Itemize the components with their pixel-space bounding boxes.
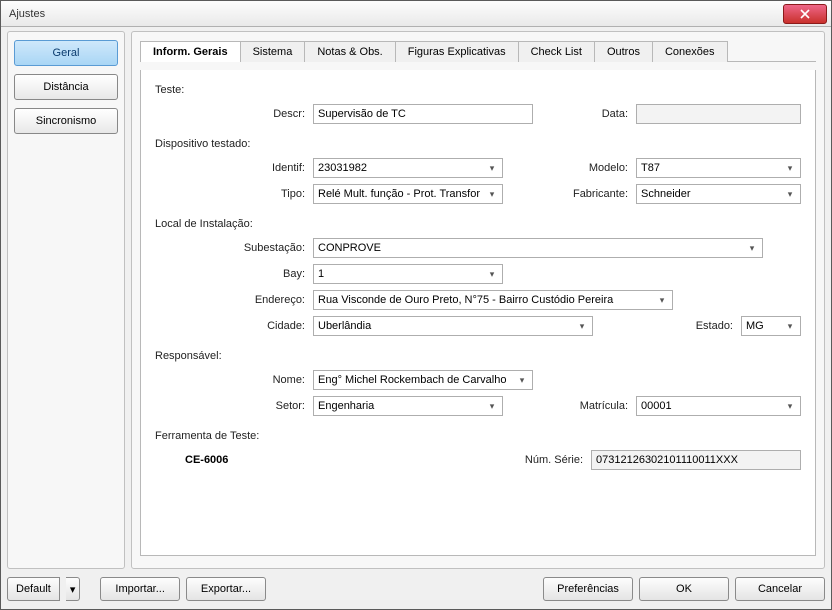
section-ferramenta-title: Ferramenta de Teste: xyxy=(155,430,801,442)
identif-combo[interactable]: 23031982 xyxy=(313,158,503,178)
sidebar-item-label: Sincronismo xyxy=(36,115,97,127)
numserie-input[interactable] xyxy=(591,450,801,470)
chevron-down-icon xyxy=(514,372,530,388)
section-dispositivo-title: Dispositivo testado: xyxy=(155,138,801,150)
exportar-button[interactable]: Exportar... xyxy=(186,577,266,601)
bay-combo[interactable]: 1 xyxy=(313,264,503,284)
descr-input[interactable] xyxy=(313,104,533,124)
sidebar-item-label: Geral xyxy=(53,47,80,59)
estado-combo[interactable]: MG xyxy=(741,316,801,336)
chevron-down-icon xyxy=(484,398,500,414)
subestacao-label: Subestação: xyxy=(155,242,305,254)
section-local-title: Local de Instalação: xyxy=(155,218,801,230)
tab-notas-obs[interactable]: Notas & Obs. xyxy=(304,41,395,62)
tab-checklist[interactable]: Check List xyxy=(518,41,595,62)
numserie-label: Núm. Série: xyxy=(503,454,583,466)
matricula-label: Matrícula: xyxy=(558,400,628,412)
chevron-down-icon xyxy=(782,318,798,334)
modelo-label: Modelo: xyxy=(558,162,628,174)
chevron-down-icon xyxy=(574,318,590,334)
fabricante-label: Fabricante: xyxy=(558,188,628,200)
chevron-down-icon xyxy=(782,398,798,414)
chevron-down-icon xyxy=(484,186,500,202)
tipo-label: Tipo: xyxy=(155,188,305,200)
sidebar-item-geral[interactable]: Geral xyxy=(14,40,118,66)
tab-sistema[interactable]: Sistema xyxy=(240,41,306,62)
cidade-combo[interactable]: Uberlândia xyxy=(313,316,593,336)
chevron-down-icon xyxy=(484,160,500,176)
chevron-down-icon xyxy=(654,292,670,308)
main-panel: Inform. Gerais Sistema Notas & Obs. Figu… xyxy=(131,31,825,569)
chevron-down-icon xyxy=(744,240,760,256)
data-label: Data: xyxy=(558,108,628,120)
ok-button[interactable]: OK xyxy=(639,577,729,601)
close-button[interactable] xyxy=(783,4,827,24)
data-input[interactable] xyxy=(636,104,801,124)
window-title: Ajustes xyxy=(9,8,783,20)
default-button[interactable]: Default xyxy=(7,577,60,601)
importar-button[interactable]: Importar... xyxy=(100,577,180,601)
chevron-down-icon: ▾ xyxy=(70,583,76,596)
setor-combo[interactable]: Engenharia xyxy=(313,396,503,416)
default-dropdown[interactable]: ▾ xyxy=(66,577,81,601)
sidebar: Geral Distância Sincronismo xyxy=(7,31,125,569)
fabricante-combo[interactable]: Schneider xyxy=(636,184,801,204)
tipo-combo[interactable]: Relé Mult. função - Prot. Transfor xyxy=(313,184,503,204)
titlebar: Ajustes xyxy=(1,1,831,27)
preferencias-button[interactable]: Preferências xyxy=(543,577,633,601)
modelo-combo[interactable]: T87 xyxy=(636,158,801,178)
tab-strip: Inform. Gerais Sistema Notas & Obs. Figu… xyxy=(140,40,816,62)
tab-body: Teste: Descr: Data: Dispositivo testado:… xyxy=(140,70,816,556)
sidebar-item-label: Distância xyxy=(43,81,88,93)
chevron-down-icon xyxy=(484,266,500,282)
sidebar-item-distancia[interactable]: Distância xyxy=(14,74,118,100)
section-teste-title: Teste: xyxy=(155,84,801,96)
nome-combo[interactable]: Eng° Michel Rockembach de Carvalho xyxy=(313,370,533,390)
tab-inform-gerais[interactable]: Inform. Gerais xyxy=(140,41,241,62)
descr-label: Descr: xyxy=(155,108,305,120)
subestacao-combo[interactable]: CONPROVE xyxy=(313,238,763,258)
identif-label: Identif: xyxy=(155,162,305,174)
section-responsavel-title: Responsável: xyxy=(155,350,801,362)
endereco-label: Endereço: xyxy=(155,294,305,306)
close-icon xyxy=(800,9,810,19)
tool-name: CE-6006 xyxy=(185,454,228,466)
cancelar-button[interactable]: Cancelar xyxy=(735,577,825,601)
endereco-combo[interactable]: Rua Visconde de Ouro Preto, N°75 - Bairr… xyxy=(313,290,673,310)
setor-label: Setor: xyxy=(155,400,305,412)
nome-label: Nome: xyxy=(155,374,305,386)
chevron-down-icon xyxy=(782,186,798,202)
sidebar-item-sincronismo[interactable]: Sincronismo xyxy=(14,108,118,134)
cidade-label: Cidade: xyxy=(155,320,305,332)
footer: Default ▾ Importar... Exportar... Prefer… xyxy=(7,575,825,603)
tab-figuras[interactable]: Figuras Explicativas xyxy=(395,41,519,62)
tab-outros[interactable]: Outros xyxy=(594,41,653,62)
estado-label: Estado: xyxy=(663,320,733,332)
chevron-down-icon xyxy=(782,160,798,176)
matricula-combo[interactable]: 00001 xyxy=(636,396,801,416)
bay-label: Bay: xyxy=(155,268,305,280)
tab-conexoes[interactable]: Conexões xyxy=(652,41,728,62)
